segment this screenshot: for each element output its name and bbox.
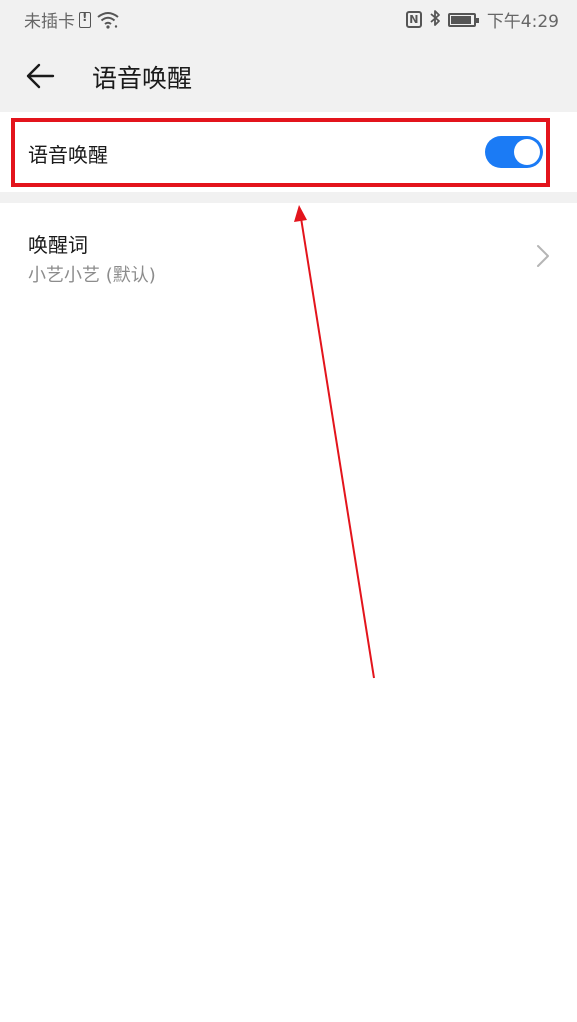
toggle-knob <box>514 139 540 165</box>
wake-word-title: 唤醒词 <box>28 233 88 257</box>
battery-icon <box>447 12 479 27</box>
bluetooth-icon <box>429 9 441 31</box>
wake-word-value: 小艺小艺 (默认) <box>28 265 156 286</box>
status-left: 未插卡 <box>24 7 119 32</box>
arrow-left-icon <box>26 63 55 89</box>
status-bar: 未插卡 N 下午4:29 <box>0 0 577 40</box>
time-text: 下午4:29 <box>486 12 559 32</box>
app-bar: 语音唤醒 <box>0 40 577 112</box>
wifi-icon <box>97 11 119 29</box>
carrier-text: 未插卡 <box>24 12 75 32</box>
page-title: 语音唤醒 <box>92 64 193 93</box>
voice-wake-toggle[interactable] <box>485 136 543 168</box>
sim-alert-icon <box>79 10 91 28</box>
status-right: N 下午4:29 <box>405 7 559 32</box>
screen: 未插卡 N 下午4:29 <box>0 0 577 1022</box>
nfc-icon: N <box>405 11 422 28</box>
battery-level <box>450 15 471 24</box>
voice-wake-label: 语音唤醒 <box>28 143 108 167</box>
wake-word-row[interactable]: 唤醒词 小艺小艺 (默认) <box>0 203 577 303</box>
voice-wake-row[interactable]: 语音唤醒 <box>0 112 577 192</box>
back-button[interactable] <box>18 54 62 98</box>
chevron-right-icon <box>537 245 549 267</box>
section-divider <box>0 192 577 203</box>
